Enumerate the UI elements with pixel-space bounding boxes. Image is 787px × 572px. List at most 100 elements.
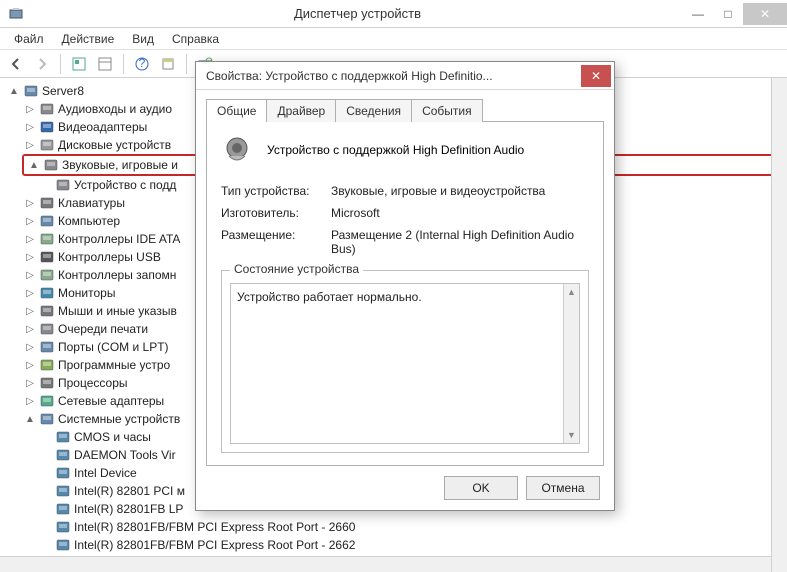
expander-icon[interactable]: ▷ (24, 287, 36, 299)
expander-icon[interactable]: ▲ (24, 413, 36, 425)
toolbar-btn-1[interactable] (67, 52, 91, 76)
toolbar-separator (186, 54, 187, 74)
expander-spacer (40, 521, 52, 533)
menu-file[interactable]: Файл (6, 30, 52, 48)
tree-item-label: Intel(R) 82801 PCI м (74, 484, 185, 498)
chip-icon (55, 537, 71, 553)
expander-icon[interactable]: ▲ (28, 159, 40, 171)
dialog-body: Общие Драйвер Сведения События Устройств… (196, 90, 614, 466)
tree-item-label: CMOS и часы (74, 430, 151, 444)
dialog-close-button[interactable]: ✕ (581, 65, 611, 87)
toolbar-btn-3[interactable] (156, 52, 180, 76)
chip-icon (55, 519, 71, 535)
network-icon (39, 393, 55, 409)
minimize-button[interactable]: — (683, 3, 713, 25)
usb-icon (39, 249, 55, 265)
disk-icon (39, 137, 55, 153)
tree-item-label: Intel(R) 82801FB LP (74, 502, 183, 516)
expander-spacer (40, 539, 52, 551)
speaker-icon (221, 134, 253, 166)
computer-icon (39, 213, 55, 229)
tree-category-label: Компьютер (58, 214, 120, 228)
tree-category-label: Аудиовходы и аудио (58, 102, 172, 116)
forward-button[interactable] (30, 52, 54, 76)
dialog-tabs: Общие Драйвер Сведения События (206, 98, 604, 121)
back-button[interactable] (4, 52, 28, 76)
vertical-scrollbar[interactable] (771, 78, 787, 572)
device-header: Устройство с поддержкой High Definition … (221, 134, 589, 166)
expander-icon[interactable]: ▷ (24, 359, 36, 371)
app-icon (8, 6, 24, 22)
status-text: Устройство работает нормально. (237, 290, 422, 304)
device-properties: Тип устройства: Звуковые, игровые и виде… (221, 184, 589, 256)
value-location: Размещение 2 (Internal High Definition A… (331, 228, 589, 256)
scroll-down-icon[interactable]: ▼ (564, 427, 579, 443)
horizontal-scrollbar[interactable] (0, 556, 771, 572)
tab-events[interactable]: События (411, 99, 483, 122)
keyboard-icon (39, 195, 55, 211)
scroll-up-icon[interactable]: ▲ (564, 284, 579, 300)
device-status-group: Состояние устройства Устройство работает… (221, 270, 589, 453)
expander-icon[interactable]: ▷ (24, 341, 36, 353)
expander-icon[interactable]: ▷ (24, 215, 36, 227)
status-scrollbar[interactable]: ▲ ▼ (563, 284, 579, 443)
expander-icon[interactable]: ▷ (24, 197, 36, 209)
collapse-icon[interactable]: ▲ (8, 85, 20, 97)
expander-spacer (40, 503, 52, 515)
window-titlebar: Диспетчер устройств — □ ✕ (0, 0, 787, 28)
expander-icon[interactable]: ▷ (24, 305, 36, 317)
system-icon (39, 411, 55, 427)
storage-icon (39, 267, 55, 283)
expander-icon[interactable]: ▷ (24, 269, 36, 281)
menu-action[interactable]: Действие (54, 30, 123, 48)
tree-item-label: DAEMON Tools Vir (74, 448, 176, 462)
expander-spacer (40, 179, 52, 191)
toolbar-btn-2[interactable] (93, 52, 117, 76)
window-title: Диспетчер устройств (32, 6, 683, 21)
sound-icon (55, 177, 71, 193)
tree-item[interactable]: Intel(R) 82801FB/FBM PCI Express Root Po… (0, 518, 787, 536)
ok-button[interactable]: OK (444, 476, 518, 500)
expander-icon[interactable]: ▷ (24, 323, 36, 335)
controller-icon (39, 231, 55, 247)
expander-icon[interactable]: ▷ (24, 103, 36, 115)
expander-icon[interactable]: ▷ (24, 233, 36, 245)
menu-help[interactable]: Справка (164, 30, 227, 48)
tree-category-label: Системные устройств (58, 412, 180, 426)
maximize-button[interactable]: □ (713, 3, 743, 25)
menubar: Файл Действие Вид Справка (0, 28, 787, 50)
tab-general[interactable]: Общие (206, 99, 267, 122)
close-button[interactable]: ✕ (743, 3, 787, 25)
tree-category-label: Мониторы (58, 286, 115, 300)
tree-root-label: Server8 (42, 84, 84, 98)
svg-text:?: ? (139, 56, 146, 70)
sound-icon (43, 157, 59, 173)
expander-icon[interactable]: ▷ (24, 121, 36, 133)
print-icon (39, 321, 55, 337)
chip-icon (55, 429, 71, 445)
software-icon (39, 357, 55, 373)
tree-item-label: Intel Device (74, 466, 137, 480)
tree-category-label: Контроллеры IDE ATA (58, 232, 180, 246)
tree-category-label: Клавиатуры (58, 196, 125, 210)
tree-item-label: Intel(R) 82801FB/FBM PCI Express Root Po… (74, 538, 355, 552)
expander-icon[interactable]: ▷ (24, 251, 36, 263)
tree-item[interactable]: Intel(R) 82801FB/FBM PCI Express Root Po… (0, 536, 787, 554)
tab-details[interactable]: Сведения (335, 99, 412, 122)
tab-driver[interactable]: Драйвер (266, 99, 336, 122)
dialog-title: Свойства: Устройство с поддержкой High D… (196, 69, 581, 83)
cancel-button[interactable]: Отмена (526, 476, 600, 500)
monitor-icon (39, 285, 55, 301)
tab-panel-general: Устройство с поддержкой High Definition … (206, 121, 604, 466)
expander-icon[interactable]: ▷ (24, 377, 36, 389)
help-button[interactable]: ? (130, 52, 154, 76)
port-icon (39, 339, 55, 355)
expander-icon[interactable]: ▷ (24, 395, 36, 407)
tree-item-label: Устройство с подд (74, 178, 176, 192)
menu-view[interactable]: Вид (124, 30, 162, 48)
expander-icon[interactable]: ▷ (24, 139, 36, 151)
dialog-titlebar: Свойства: Устройство с поддержкой High D… (196, 62, 614, 90)
expander-spacer (40, 485, 52, 497)
status-textbox[interactable]: Устройство работает нормально. ▲ ▼ (230, 283, 580, 444)
computer-icon (23, 83, 39, 99)
